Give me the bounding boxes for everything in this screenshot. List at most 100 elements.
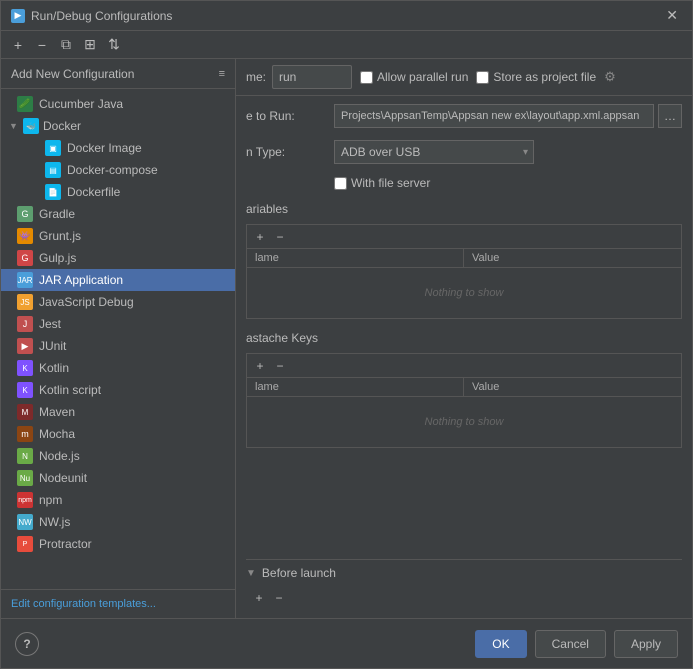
tree-item-protractor[interactable]: P Protractor bbox=[1, 533, 235, 555]
tree-item-junit[interactable]: ▶ JUnit bbox=[1, 335, 235, 357]
protractor-icon: P bbox=[17, 536, 33, 552]
tree-item-nodejs[interactable]: N Node.js bbox=[1, 445, 235, 467]
tree-item-label: Docker-compose bbox=[67, 163, 158, 177]
allow-parallel-label[interactable]: Allow parallel run bbox=[360, 70, 468, 84]
jest-icon: J bbox=[17, 316, 33, 332]
variables-add-button[interactable]: + bbox=[251, 228, 269, 246]
tree-item-label: Nodeunit bbox=[39, 471, 87, 485]
tree-item-label: Kotlin script bbox=[39, 383, 101, 397]
tree-item-label: Gradle bbox=[39, 207, 75, 221]
tree-item-jest[interactable]: J Jest bbox=[1, 313, 235, 335]
remove-configuration-button[interactable]: − bbox=[31, 34, 53, 56]
tree-item-label: Maven bbox=[39, 405, 75, 419]
type-select[interactable]: ADB over USB USB Emulator bbox=[334, 140, 534, 164]
tree-item-jar-application[interactable]: JAR JAR Application bbox=[1, 269, 235, 291]
kotlin-script-icon: K bbox=[17, 382, 33, 398]
before-launch-chevron: ▼ bbox=[246, 568, 256, 579]
maven-icon: M bbox=[17, 404, 33, 420]
configurations-toolbar: + − ⧉ ⊞ ⇅ bbox=[1, 31, 692, 59]
apply-button[interactable]: Apply bbox=[614, 630, 678, 658]
right-panel: me: Allow parallel run Store as project … bbox=[236, 59, 692, 618]
type-row: n Type: ADB over USB USB Emulator bbox=[246, 140, 682, 164]
tree-item-label: Kotlin bbox=[39, 361, 69, 375]
help-button[interactable]: ? bbox=[15, 632, 39, 656]
move-configuration-button[interactable]: ⊞ bbox=[79, 34, 101, 56]
tree-item-label: Gulp.js bbox=[39, 251, 76, 265]
with-file-server-label[interactable]: With file server bbox=[334, 176, 430, 190]
tree-item-mocha[interactable]: m Mocha bbox=[1, 423, 235, 445]
bottom-bar: ? OK Cancel Apply bbox=[1, 618, 692, 668]
variables-remove-button[interactable]: − bbox=[271, 228, 289, 246]
tree-item-maven[interactable]: M Maven bbox=[1, 401, 235, 423]
mustache-name-header: lame bbox=[247, 378, 464, 396]
config-content: e to Run: … n Type: ADB over USB USB Emu… bbox=[236, 96, 692, 618]
kotlin-icon: K bbox=[17, 360, 33, 376]
tree-item-dockerfile[interactable]: 📄 Dockerfile bbox=[13, 181, 235, 203]
variables-table: + − lame Value Nothing to show bbox=[246, 224, 682, 319]
add-config-icon[interactable]: ≡ bbox=[219, 68, 225, 80]
store-as-project-label[interactable]: Store as project file bbox=[476, 70, 596, 84]
add-config-header: Add New Configuration ≡ bbox=[1, 59, 235, 89]
edit-templates-link[interactable]: Edit configuration templates... bbox=[1, 589, 235, 618]
tree-item-grunt[interactable]: 👾 Grunt.js bbox=[1, 225, 235, 247]
tree-item-kotlin-script[interactable]: K Kotlin script bbox=[1, 379, 235, 401]
nodejs-icon: N bbox=[17, 448, 33, 464]
before-launch-label: Before launch bbox=[262, 566, 336, 580]
tree-item-nodeunit[interactable]: Nu Nodeunit bbox=[1, 467, 235, 489]
jar-icon: JAR bbox=[17, 272, 33, 288]
tree-item-docker-compose[interactable]: ▤ Docker-compose bbox=[13, 159, 235, 181]
mustache-add-button[interactable]: + bbox=[251, 357, 269, 375]
mustache-table-toolbar: + − bbox=[247, 354, 681, 378]
copy-configuration-button[interactable]: ⧉ bbox=[55, 34, 77, 56]
tree-item-label: NW.js bbox=[39, 515, 70, 529]
tree-item-npm[interactable]: npm npm bbox=[1, 489, 235, 511]
tree-item-gulp[interactable]: G Gulp.js bbox=[1, 247, 235, 269]
add-config-label: Add New Configuration bbox=[11, 67, 134, 81]
allow-parallel-checkbox[interactable] bbox=[360, 71, 373, 84]
cancel-button[interactable]: Cancel bbox=[535, 630, 606, 658]
docker-children: ▣ Docker Image ▤ Docker-compose 📄 Docker… bbox=[1, 137, 235, 203]
tree-item-label: Grunt.js bbox=[39, 229, 81, 243]
add-configuration-button[interactable]: + bbox=[7, 34, 29, 56]
close-button[interactable]: ✕ bbox=[662, 5, 682, 26]
store-as-project-checkbox[interactable] bbox=[476, 71, 489, 84]
main-content: Add New Configuration ≡ 🥒 Cucumber Java … bbox=[1, 59, 692, 618]
mocha-icon: m bbox=[17, 426, 33, 442]
tree-item-nw[interactable]: NW NW.js bbox=[1, 511, 235, 533]
name-field-row: me: bbox=[246, 65, 352, 89]
npm-icon: npm bbox=[17, 492, 33, 508]
path-input[interactable] bbox=[334, 104, 654, 128]
title-bar-left: ▶ Run/Debug Configurations bbox=[11, 9, 172, 23]
tree-item-label: npm bbox=[39, 493, 62, 507]
before-launch-section: ▼ Before launch + − bbox=[246, 559, 682, 610]
tree-item-label: Node.js bbox=[39, 449, 80, 463]
mustache-section-header: astache Keys bbox=[246, 331, 682, 345]
docker-image-icon: ▣ bbox=[45, 140, 61, 156]
path-browse-button[interactable]: … bbox=[658, 104, 682, 128]
before-launch-header: ▼ Before launch bbox=[246, 566, 682, 580]
gear-icon[interactable]: ⚙ bbox=[604, 69, 616, 85]
nw-icon: NW bbox=[17, 514, 33, 530]
tree-item-kotlin[interactable]: K Kotlin bbox=[1, 357, 235, 379]
variables-value-header: Value bbox=[464, 249, 681, 267]
sort-configuration-button[interactable]: ⇅ bbox=[103, 34, 125, 56]
name-input[interactable] bbox=[272, 65, 352, 89]
ok-button[interactable]: OK bbox=[475, 630, 526, 658]
tree-item-js-debug[interactable]: JS JavaScript Debug bbox=[1, 291, 235, 313]
tree-item-docker-image[interactable]: ▣ Docker Image bbox=[13, 137, 235, 159]
tree-group-docker[interactable]: ▼ 🐳 Docker bbox=[1, 115, 235, 137]
mustache-value-header: Value bbox=[464, 378, 681, 396]
action-buttons: OK Cancel Apply bbox=[475, 630, 678, 658]
path-label: e to Run: bbox=[246, 109, 326, 123]
tree-item-gradle[interactable]: G Gradle bbox=[1, 203, 235, 225]
tree-item-cucumber-java[interactable]: 🥒 Cucumber Java bbox=[1, 93, 235, 115]
with-file-server-checkbox[interactable] bbox=[334, 177, 347, 190]
before-launch-add-button[interactable]: + bbox=[250, 589, 268, 607]
dockerfile-icon: 📄 bbox=[45, 184, 61, 200]
left-panel: Add New Configuration ≡ 🥒 Cucumber Java … bbox=[1, 59, 236, 618]
grunt-icon: 👾 bbox=[17, 228, 33, 244]
before-launch-remove-button[interactable]: − bbox=[270, 589, 288, 607]
configuration-tree: 🥒 Cucumber Java ▼ 🐳 Docker ▣ Docker Imag… bbox=[1, 89, 235, 589]
path-row: e to Run: … bbox=[246, 104, 682, 128]
mustache-remove-button[interactable]: − bbox=[271, 357, 289, 375]
